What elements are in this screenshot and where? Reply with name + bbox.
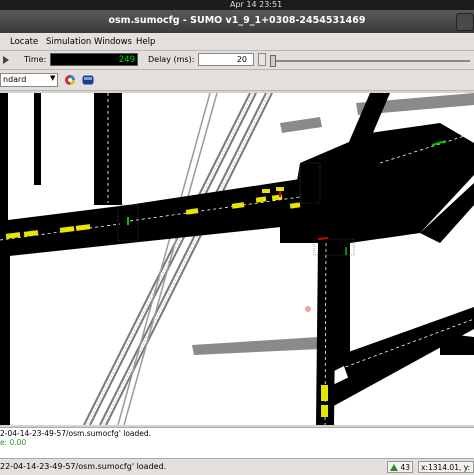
menu-locate[interactable]: Locate <box>10 37 38 47</box>
window-title: osm.sumocfg - SUMO v1_9_1+0308-245453146… <box>108 15 366 26</box>
status-bar: 22-04-14-23-49-57/osm.sumocfg' loaded. 4… <box>0 458 474 475</box>
delay-stepper[interactable] <box>258 53 266 66</box>
color-wheel-icon[interactable] <box>64 74 76 86</box>
message-line-green: e: 0.00 <box>0 438 27 447</box>
time-label: Time: <box>24 55 47 64</box>
view-settings-icon[interactable] <box>82 74 94 86</box>
window-close-button[interactable] <box>456 13 474 31</box>
cursor-marker <box>305 306 311 312</box>
map-canvas[interactable] <box>0 93 474 425</box>
status-message: 22-04-14-23-49-57/osm.sumocfg' loaded. <box>0 462 167 471</box>
system-clock: Apr 14 23:51 <box>230 0 283 9</box>
menu-bar: Locate Simulation Windows Help <box>0 33 474 51</box>
coordinate-readout: x:1314.01, y: <box>418 461 474 473</box>
menu-help[interactable]: Help <box>136 37 155 47</box>
menu-simulation[interactable]: Simulation <box>46 37 91 47</box>
delay-slider-track <box>270 60 470 62</box>
simulation-toolbar: Time: 249 Delay (ms): 20 <box>0 51 474 70</box>
major-roads <box>0 93 474 425</box>
delay-input[interactable]: 20 <box>198 53 254 66</box>
step-icon[interactable] <box>2 54 10 66</box>
delay-slider-handle[interactable] <box>270 55 276 67</box>
vehicle-icon <box>390 464 398 471</box>
vehicle-count: 43 <box>400 463 410 472</box>
message-line: 2-04-14-23-49-57/osm.sumocfg' loaded. <box>0 429 152 438</box>
window-title-bar: osm.sumocfg - SUMO v1_9_1+0308-245453146… <box>0 10 474 33</box>
system-top-bar: Apr 14 23:51 <box>0 0 474 10</box>
time-display: 249 <box>50 53 138 66</box>
delay-label: Delay (ms): <box>148 55 195 64</box>
chevron-down-icon[interactable]: ▼ <box>50 74 55 82</box>
message-window: 2-04-14-23-49-57/osm.sumocfg' loaded. e:… <box>0 427 474 458</box>
vehicle-count-field: 43 <box>387 461 413 473</box>
network-view[interactable] <box>0 93 474 425</box>
view-toolbar: ndard ▼ <box>0 70 474 91</box>
menu-windows[interactable]: Windows <box>94 37 132 47</box>
